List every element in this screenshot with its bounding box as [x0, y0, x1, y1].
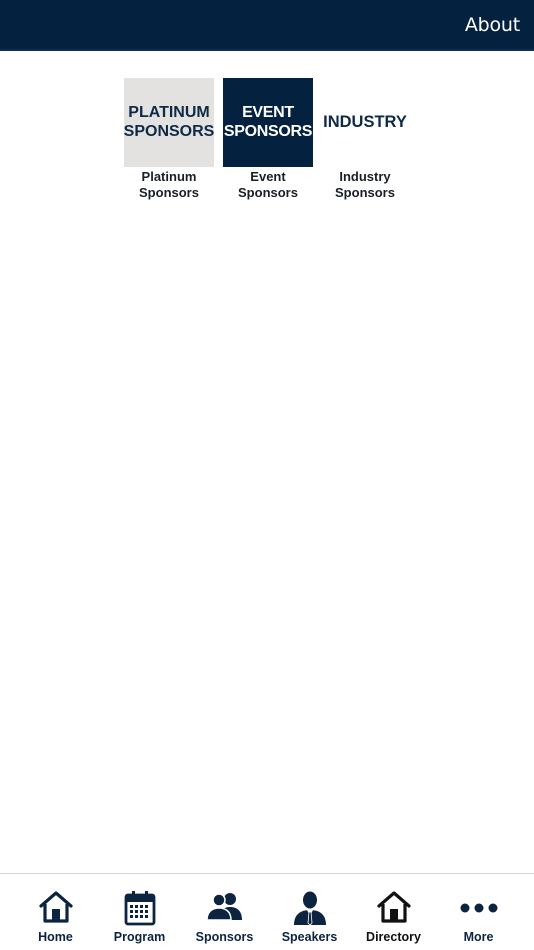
- top-navigation-bar: About: [0, 0, 534, 51]
- tab-label: Directory: [366, 930, 421, 944]
- directory-home-icon: [376, 891, 411, 923]
- tab-program[interactable]: Program: [95, 874, 184, 950]
- thumbnail-text-line: SPONSORS: [223, 122, 313, 140]
- thumbnail-text-line: SPONSORS: [123, 122, 215, 140]
- platinum-sponsors-thumbnail: PLATINUM SPONSORS: [124, 78, 214, 167]
- caption-line: Platinum: [141, 169, 197, 184]
- tab-label: Speakers: [281, 930, 338, 944]
- people-icon: [205, 893, 242, 921]
- tile-caption: Platinum Sponsors: [124, 169, 214, 201]
- speaker-icon: [293, 891, 326, 926]
- caption-line: Industry: [339, 169, 391, 184]
- tile-platinum-sponsors[interactable]: PLATINUM SPONSORS Platinum Sponsors: [124, 78, 214, 201]
- caption-line: Sponsors: [238, 185, 298, 200]
- tab-speakers[interactable]: Speakers: [265, 874, 354, 950]
- home-icon: [38, 891, 73, 923]
- tab-home[interactable]: Home: [11, 874, 100, 950]
- tile-caption: Event Sponsors: [223, 169, 313, 201]
- thumbnail-text-line: EVENT: [242, 104, 294, 122]
- caption-line: Sponsors: [335, 185, 395, 200]
- tab-label: Sponsors: [195, 930, 254, 944]
- tile-caption: Industry Sponsors: [320, 169, 410, 201]
- tile-event-sponsors[interactable]: EVENT SPONSORS Event Sponsors: [223, 78, 313, 201]
- event-sponsors-thumbnail: EVENT SPONSORS: [223, 78, 313, 167]
- tile-industry-sponsors[interactable]: INDUSTRY Industry Sponsors: [320, 78, 410, 201]
- caption-line: Event: [250, 169, 286, 184]
- tab-sponsors[interactable]: Sponsors: [180, 874, 269, 950]
- about-link[interactable]: About: [465, 14, 520, 36]
- industry-sponsors-thumbnail: INDUSTRY: [320, 78, 410, 167]
- sponsor-category-grid: PLATINUM SPONSORS Platinum Sponsors EVEN…: [124, 78, 424, 208]
- tab-label: More: [463, 930, 494, 944]
- tab-directory[interactable]: Directory: [349, 874, 438, 950]
- thumbnail-text-line: PLATINUM: [128, 104, 210, 122]
- more-dots-icon: [460, 903, 497, 913]
- caption-line: Sponsors: [139, 185, 199, 200]
- tab-label: Home: [38, 930, 73, 944]
- bottom-tab-bar: Home Program Sponsors Speakers Directory…: [0, 873, 534, 950]
- tab-more[interactable]: More: [434, 874, 523, 950]
- thumbnail-text-line: INDUSTRY: [323, 113, 407, 132]
- calendar-icon: [124, 891, 155, 926]
- tab-label: Program: [113, 930, 166, 944]
